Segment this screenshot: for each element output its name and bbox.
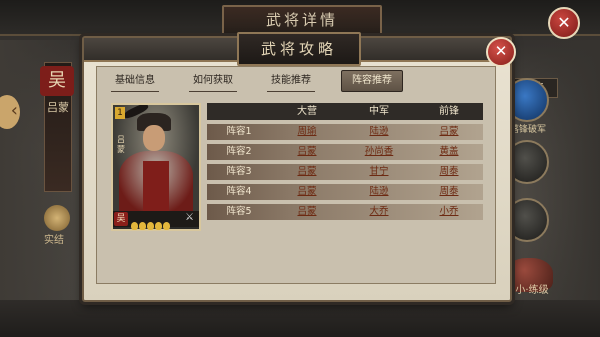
hero-portrait xyxy=(113,105,199,213)
tab-how-to-obtain[interactable]: 如何获取 xyxy=(189,71,237,92)
tab-skill-recommend[interactable]: 技能推荐 xyxy=(267,71,315,92)
star-rating xyxy=(131,215,171,234)
star-icon xyxy=(155,222,162,230)
hero-link[interactable]: 周瑜 xyxy=(271,124,343,140)
card-hero-name: 吕蒙 xyxy=(117,135,125,154)
modal-title: 武将攻略 xyxy=(237,32,361,66)
lineup-table: 大营 中军 前锋 阵容1 周瑜 陆逊 吕蒙 阵容2 吕蒙 孙尚香 黄盖 阵容3 … xyxy=(207,103,483,220)
star-icon xyxy=(163,222,170,230)
hero-link[interactable]: 陆逊 xyxy=(343,184,415,200)
hero-card[interactable]: 1 吕蒙 吴 ⚔ xyxy=(111,103,201,231)
table-row: 阵容4 吕蒙 陆逊 周泰 xyxy=(207,184,483,200)
row-label: 阵容4 xyxy=(226,186,252,197)
table-header: 大营 中军 前锋 xyxy=(207,103,483,120)
header-center: 中军 xyxy=(369,106,389,117)
table-row: 阵容2 吕蒙 孙尚香 黄盖 xyxy=(207,144,483,160)
star-icon xyxy=(147,222,154,230)
hero-link[interactable]: 孙尚香 xyxy=(343,144,415,160)
tab-bar: 基础信息 如何获取 技能推荐 阵容推荐 xyxy=(103,70,489,93)
hero-link[interactable]: 黄盖 xyxy=(415,144,483,160)
crossed-swords-icon: ⚔ xyxy=(185,212,194,223)
tab-basic-info[interactable]: 基础信息 xyxy=(111,71,159,92)
window-close-button[interactable]: ✕ xyxy=(548,7,580,39)
row-label: 阵容1 xyxy=(226,126,252,137)
card-faction-seal: 吴 xyxy=(114,212,128,226)
tab-lineup-recommend[interactable]: 阵容推荐 xyxy=(341,70,403,92)
hero-link[interactable]: 大乔 xyxy=(343,204,415,220)
row-label: 阵容5 xyxy=(226,206,252,217)
shield-label: 实结 xyxy=(44,235,64,246)
star-icon xyxy=(139,222,146,230)
window-title: 武将详情 xyxy=(222,5,382,35)
header-camp: 大营 xyxy=(297,106,317,117)
level-badge: 1 xyxy=(115,107,125,119)
table-row: 阵容5 吕蒙 大乔 小乔 xyxy=(207,204,483,220)
star-icon xyxy=(131,222,138,230)
hero-link[interactable]: 小乔 xyxy=(415,204,483,220)
close-button[interactable]: ✕ xyxy=(486,37,516,67)
table-row: 阵容3 吕蒙 甘宁 周泰 xyxy=(207,164,483,180)
hero-link[interactable]: 甘宁 xyxy=(343,164,415,180)
strategy-modal: 武将攻略 ✕ 基础信息 如何获取 技能推荐 阵容推荐 1 吕蒙 吴 ⚔ 大营 中… xyxy=(82,32,516,302)
hero-link[interactable]: 陆逊 xyxy=(343,124,415,140)
card-footer: 吴 ⚔ xyxy=(113,211,199,230)
hero-link[interactable]: 周泰 xyxy=(415,164,483,180)
header-vanguard: 前锋 xyxy=(439,106,459,117)
row-label: 阵容2 xyxy=(226,146,252,157)
row-label: 阵容3 xyxy=(226,166,252,177)
hero-link[interactable]: 吕蒙 xyxy=(271,204,343,220)
hero-link[interactable]: 周泰 xyxy=(415,184,483,200)
hero-link[interactable]: 吕蒙 xyxy=(415,124,483,140)
shield-icon[interactable] xyxy=(44,205,70,231)
table-row: 阵容1 周瑜 陆逊 吕蒙 xyxy=(207,124,483,140)
hero-link[interactable]: 吕蒙 xyxy=(271,184,343,200)
bottom-bar xyxy=(0,300,600,337)
hero-link[interactable]: 吕蒙 xyxy=(271,164,343,180)
hero-link[interactable]: 吕蒙 xyxy=(271,144,343,160)
modal-content: 基础信息 如何获取 技能推荐 阵容推荐 1 吕蒙 吴 ⚔ 大营 中军 前锋 阵容… xyxy=(96,66,496,284)
faction-seal: 吴 xyxy=(40,66,74,96)
